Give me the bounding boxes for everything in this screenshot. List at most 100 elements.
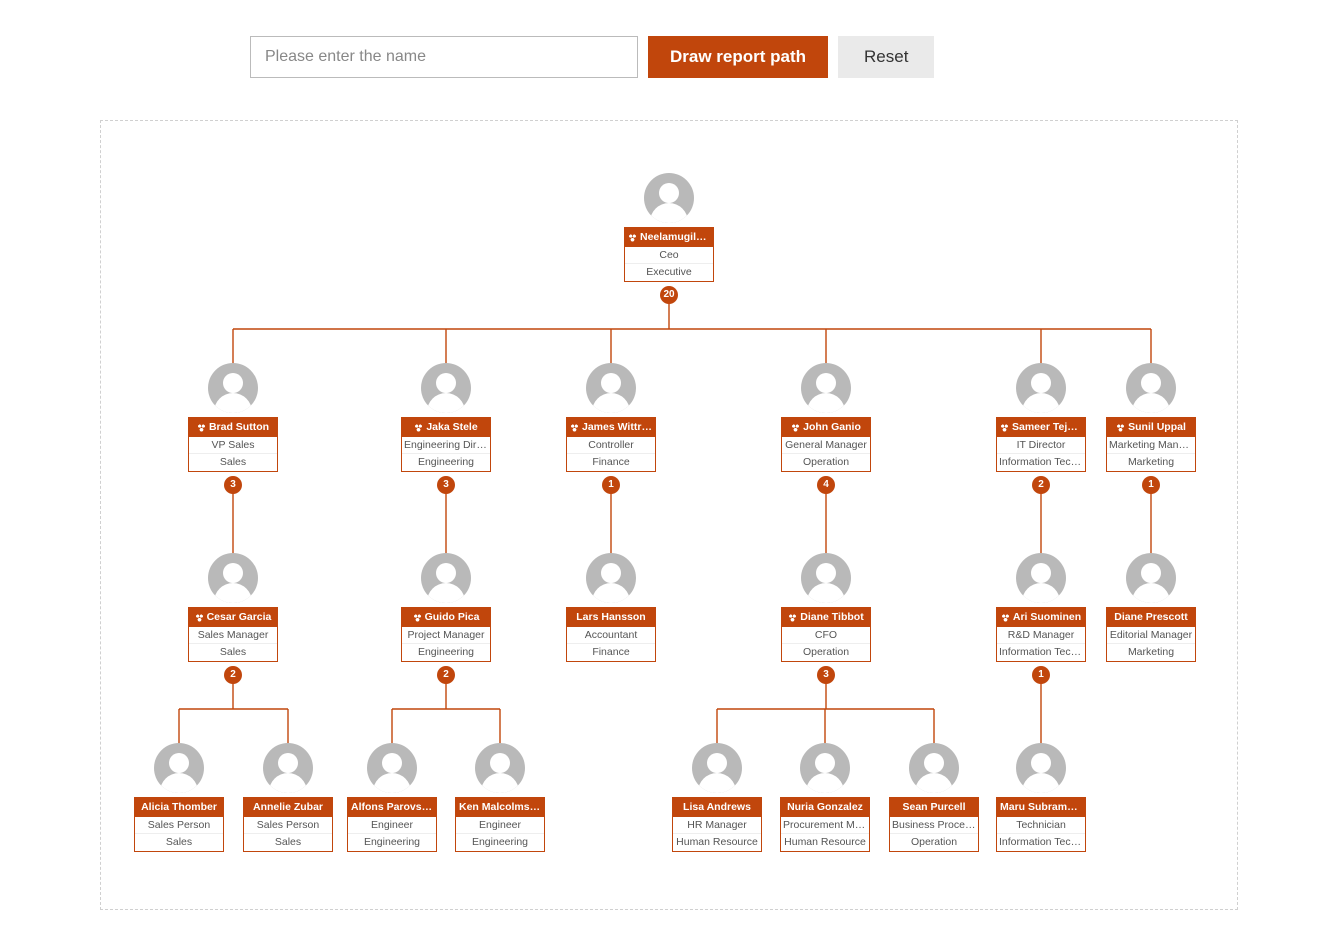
org-node-john[interactable]: John GanioGeneral ManagerOperation 4 bbox=[781, 363, 871, 494]
org-node-dianeT[interactable]: Diane TibbotCFOOperation 3 bbox=[781, 553, 871, 684]
report-count-badge[interactable]: 3 bbox=[817, 666, 835, 684]
report-count-badge[interactable]: 1 bbox=[1032, 666, 1050, 684]
org-node-jaka[interactable]: Jaka SteleEngineering DirectorEngineerin… bbox=[401, 363, 491, 494]
draw-report-path-button[interactable]: Draw report path bbox=[648, 36, 828, 78]
org-role: Project Manager bbox=[402, 627, 490, 644]
org-name: John Ganio bbox=[782, 418, 870, 437]
org-node-lisa[interactable]: Lisa AndrewsHR ManagerHuman Resource bbox=[672, 743, 762, 852]
org-card: Jaka SteleEngineering DirectorEngineerin… bbox=[401, 417, 491, 472]
org-name: Sameer Tejani bbox=[997, 418, 1085, 437]
org-role: Sales Manager bbox=[189, 627, 277, 644]
report-count-badge[interactable]: 2 bbox=[224, 666, 242, 684]
org-name: James Wittrell bbox=[567, 418, 655, 437]
org-node-sunil[interactable]: Sunil UppalMarketing ManagerMarketing1 bbox=[1106, 363, 1196, 494]
avatar-icon bbox=[644, 173, 694, 223]
org-card: Nuria GonzalezProcurement Mana...Human R… bbox=[780, 797, 870, 852]
org-role: HR Manager bbox=[673, 817, 761, 834]
org-node-brad[interactable]: Brad SuttonVP SalesSales 3 bbox=[188, 363, 278, 494]
org-card: Alicia ThomberSales PersonSales bbox=[134, 797, 224, 852]
org-card: Lars HanssonAccountantFinance bbox=[566, 607, 656, 662]
avatar-icon bbox=[208, 363, 258, 413]
avatar-icon bbox=[692, 743, 742, 793]
org-dept: Sales bbox=[189, 454, 277, 470]
org-role: Accountant bbox=[567, 627, 655, 644]
report-count-badge[interactable]: 1 bbox=[1142, 476, 1160, 494]
org-role: CFO bbox=[782, 627, 870, 644]
search-input[interactable] bbox=[250, 36, 638, 78]
org-dept: Human Resource bbox=[673, 834, 761, 850]
org-node-cesar[interactable]: Cesar GarciaSales ManagerSales2 bbox=[188, 553, 278, 684]
report-count-badge[interactable]: 2 bbox=[1032, 476, 1050, 494]
org-node-annelie[interactable]: Annelie ZubarSales PersonSales bbox=[243, 743, 333, 852]
org-node-guido[interactable]: Guido PicaProject ManagerEngineering2 bbox=[401, 553, 491, 684]
report-count-badge[interactable]: 3 bbox=[437, 476, 455, 494]
org-chart-panel: Neelamugilan...CeoExecutive20 Brad Sutton… bbox=[100, 120, 1238, 910]
org-name: Neelamugilan... bbox=[625, 228, 713, 247]
report-count-badge[interactable]: 20 bbox=[660, 286, 678, 304]
org-dept: Information Techno... bbox=[997, 834, 1085, 850]
org-card: Diane TibbotCFOOperation bbox=[781, 607, 871, 662]
org-name: Lars Hansson bbox=[567, 608, 655, 627]
org-card: Alfons ParovszkyEngineerEngineering bbox=[347, 797, 437, 852]
org-role: R&D Manager bbox=[997, 627, 1085, 644]
org-role: Engineer bbox=[348, 817, 436, 834]
org-role: Technician bbox=[997, 817, 1085, 834]
org-node-dianeP[interactable]: Diane PrescottEditorial ManagerMarketing bbox=[1106, 553, 1196, 662]
org-dept: Engineering bbox=[402, 454, 490, 470]
org-dept: Operation bbox=[782, 454, 870, 470]
org-card: Sameer TejaniIT DirectorInformation Tech… bbox=[996, 417, 1086, 472]
report-count-badge[interactable]: 3 bbox=[224, 476, 242, 494]
org-name: Jaka Stele bbox=[402, 418, 490, 437]
org-role: Procurement Mana... bbox=[781, 817, 869, 834]
org-role: Engineering Director bbox=[402, 437, 490, 454]
org-dept: Information Techno... bbox=[997, 644, 1085, 660]
org-node-ken[interactable]: Ken MalcolmsonEngineerEngineering bbox=[455, 743, 545, 852]
org-card: Ari SuominenR&D ManagerInformation Techn… bbox=[996, 607, 1086, 662]
org-node-ceo[interactable]: Neelamugilan...CeoExecutive20 bbox=[624, 173, 714, 304]
org-dept: Marketing bbox=[1107, 644, 1195, 660]
org-role: Controller bbox=[567, 437, 655, 454]
org-chart-canvas[interactable]: Neelamugilan...CeoExecutive20 Brad Sutton… bbox=[101, 121, 1237, 909]
org-dept: Marketing bbox=[1107, 454, 1195, 470]
org-card: Diane PrescottEditorial ManagerMarketing bbox=[1106, 607, 1196, 662]
avatar-icon bbox=[154, 743, 204, 793]
org-dept: Human Resource bbox=[781, 834, 869, 850]
org-name: Alfons Parovszky bbox=[348, 798, 436, 817]
org-role: Editorial Manager bbox=[1107, 627, 1195, 644]
avatar-icon bbox=[421, 363, 471, 413]
org-role: Marketing Manager bbox=[1107, 437, 1195, 454]
org-dept: Engineering bbox=[348, 834, 436, 850]
org-card: Brad SuttonVP SalesSales bbox=[188, 417, 278, 472]
avatar-icon bbox=[1126, 363, 1176, 413]
org-name: Ari Suominen bbox=[997, 608, 1085, 627]
org-node-nuria[interactable]: Nuria GonzalezProcurement Mana...Human R… bbox=[780, 743, 870, 852]
org-node-sean[interactable]: Sean PurcellBusiness Process M...Operati… bbox=[889, 743, 979, 852]
avatar-icon bbox=[263, 743, 313, 793]
org-dept: Sales bbox=[244, 834, 332, 850]
org-node-alicia[interactable]: Alicia ThomberSales PersonSales bbox=[134, 743, 224, 852]
org-node-ari[interactable]: Ari SuominenR&D ManagerInformation Techn… bbox=[996, 553, 1086, 684]
report-count-badge[interactable]: 4 bbox=[817, 476, 835, 494]
org-dept: Sales bbox=[189, 644, 277, 660]
org-role: Ceo bbox=[625, 247, 713, 264]
avatar-icon bbox=[1016, 553, 1066, 603]
org-name: Sean Purcell bbox=[890, 798, 978, 817]
org-name: Annelie Zubar bbox=[244, 798, 332, 817]
org-dept: Finance bbox=[567, 454, 655, 470]
org-card: Sean PurcellBusiness Process M...Operati… bbox=[889, 797, 979, 852]
avatar-icon bbox=[800, 743, 850, 793]
org-dept: Sales bbox=[135, 834, 223, 850]
org-role: Sales Person bbox=[135, 817, 223, 834]
avatar-icon bbox=[586, 363, 636, 413]
org-node-james[interactable]: James WittrellControllerFinance 1 bbox=[566, 363, 656, 494]
org-node-maru[interactable]: Maru SubramaniTechnicianInformation Tech… bbox=[996, 743, 1086, 852]
org-node-sameer[interactable]: Sameer TejaniIT DirectorInformation Tech… bbox=[996, 363, 1086, 494]
avatar-icon bbox=[421, 553, 471, 603]
report-count-badge[interactable]: 2 bbox=[437, 666, 455, 684]
org-card: Lisa AndrewsHR ManagerHuman Resource bbox=[672, 797, 762, 852]
reset-button[interactable]: Reset bbox=[838, 36, 934, 78]
org-node-alfons[interactable]: Alfons ParovszkyEngineerEngineering bbox=[347, 743, 437, 852]
org-card: John GanioGeneral ManagerOperation bbox=[781, 417, 871, 472]
report-count-badge[interactable]: 1 bbox=[602, 476, 620, 494]
org-node-lars[interactable]: Lars HanssonAccountantFinance bbox=[566, 553, 656, 662]
